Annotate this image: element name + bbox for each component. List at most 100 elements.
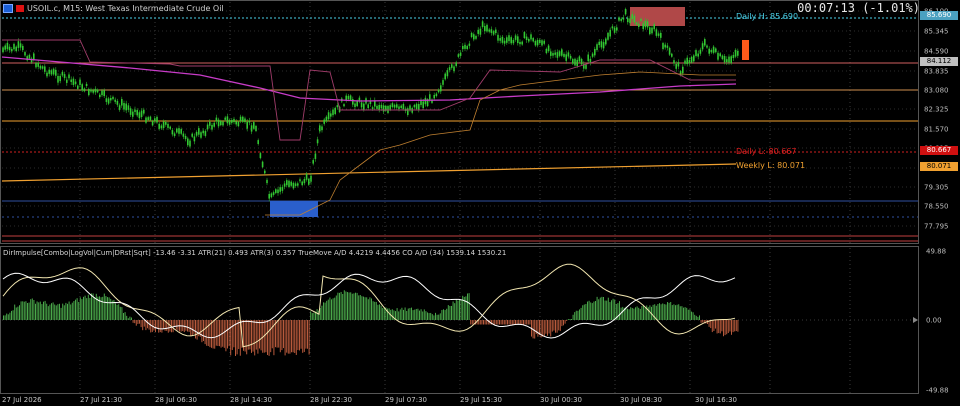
indicator-bar [510, 320, 512, 325]
candle-body [455, 62, 457, 67]
indicator-bar [132, 320, 134, 323]
candle-body [308, 178, 310, 185]
indicator-bar [401, 307, 403, 320]
candle-body [250, 125, 253, 132]
candle-body [200, 132, 202, 138]
indicator-bar [286, 320, 288, 353]
candle-body [393, 104, 396, 108]
indicator-bar [355, 292, 356, 320]
indicator-bar [137, 320, 139, 324]
candle-body [290, 181, 292, 186]
indicator-bar [403, 309, 404, 320]
candle-body [578, 56, 581, 62]
candle-body [101, 90, 103, 96]
indicator-bar [49, 304, 51, 320]
candle-body [231, 119, 233, 123]
indicator-bar [305, 320, 307, 349]
candle-body [149, 116, 152, 121]
candle-body [657, 33, 660, 36]
indicator-bar [260, 320, 262, 351]
indicator-bar [100, 297, 102, 320]
indicator-bar [534, 320, 536, 339]
chart-canvas[interactable]: 86.10085.34584.59083.83583.08082.32581.5… [0, 0, 960, 406]
candle-body [429, 94, 431, 100]
candle-body [521, 41, 523, 45]
candle-body [488, 29, 490, 32]
candle-body [145, 117, 147, 123]
candle-body [609, 29, 611, 37]
indicator-bar [486, 320, 488, 325]
candle-body [596, 44, 598, 50]
candle-body [242, 116, 244, 122]
indicator-bar [252, 320, 254, 352]
indicator-bar [345, 291, 347, 320]
indicator-bar [639, 308, 641, 320]
indicator-bar [574, 312, 576, 320]
indicator-bar [230, 320, 232, 356]
candle-body [649, 27, 651, 35]
price-axis-label: 82.325 [924, 106, 949, 114]
indicator-bar [711, 320, 713, 333]
candle-body [580, 58, 583, 65]
chart-window[interactable]: 86.10085.34584.59083.83583.08082.32581.5… [0, 0, 960, 406]
indicator-bar [55, 305, 57, 320]
indicator-bar [287, 320, 289, 354]
indicator-bar [731, 320, 732, 335]
candle-body [715, 48, 717, 53]
candle-body [459, 52, 462, 56]
candle-body [651, 27, 653, 34]
indicator-bar [121, 307, 123, 320]
candle-body [81, 84, 83, 91]
candle-body [169, 126, 171, 129]
indicator-bar [558, 320, 560, 331]
candle-body [376, 105, 378, 109]
candle-body [453, 66, 455, 72]
indicator-bar [334, 297, 336, 320]
indicator-bar [359, 294, 361, 320]
indicator-bar [175, 320, 177, 330]
flag-icon [16, 4, 24, 12]
indicator-bar [563, 320, 564, 326]
indicator-bar [465, 296, 467, 320]
indicator-bar [363, 296, 364, 320]
indicator-bar [155, 320, 156, 333]
candle-body [107, 98, 110, 104]
candle-body [110, 98, 112, 101]
indicator-bar [206, 320, 208, 346]
indicator-bar [28, 302, 30, 320]
candle-body [475, 35, 477, 39]
indicator-bar [382, 307, 384, 320]
indicator-bar [47, 306, 49, 320]
candle-body [539, 39, 541, 44]
candle-body [334, 107, 336, 115]
candle-body [616, 27, 618, 31]
indicator-bar [481, 320, 483, 325]
time-axis-label: 28 Jul 22:30 [310, 396, 352, 404]
candle-body [737, 50, 739, 56]
chart-type-icon[interactable] [3, 3, 13, 13]
indicator-bar [657, 303, 659, 320]
candle-body [499, 38, 501, 41]
indicator-bar [643, 305, 644, 320]
indicator-bar [417, 308, 419, 320]
indicator-bar [6, 313, 8, 320]
candle-body [470, 32, 473, 37]
indicator-bar [204, 320, 206, 345]
candle-body [655, 29, 658, 36]
indicator-bar [399, 309, 401, 320]
indicator-bar [25, 301, 27, 320]
indicator-bar [283, 320, 284, 349]
indicator-bar [316, 309, 318, 320]
candle-body [6, 42, 9, 50]
candle-body [83, 88, 86, 92]
indicator-bar [735, 320, 737, 332]
indicator-bar [147, 320, 148, 329]
candle-body [664, 44, 666, 48]
candle-body [37, 62, 39, 67]
candle-body [501, 36, 504, 43]
indicator-bar [371, 298, 372, 320]
candle-body [35, 62, 37, 68]
supply-zone-box [630, 7, 685, 26]
candle-body [389, 105, 391, 110]
indicator-bar [348, 292, 350, 320]
